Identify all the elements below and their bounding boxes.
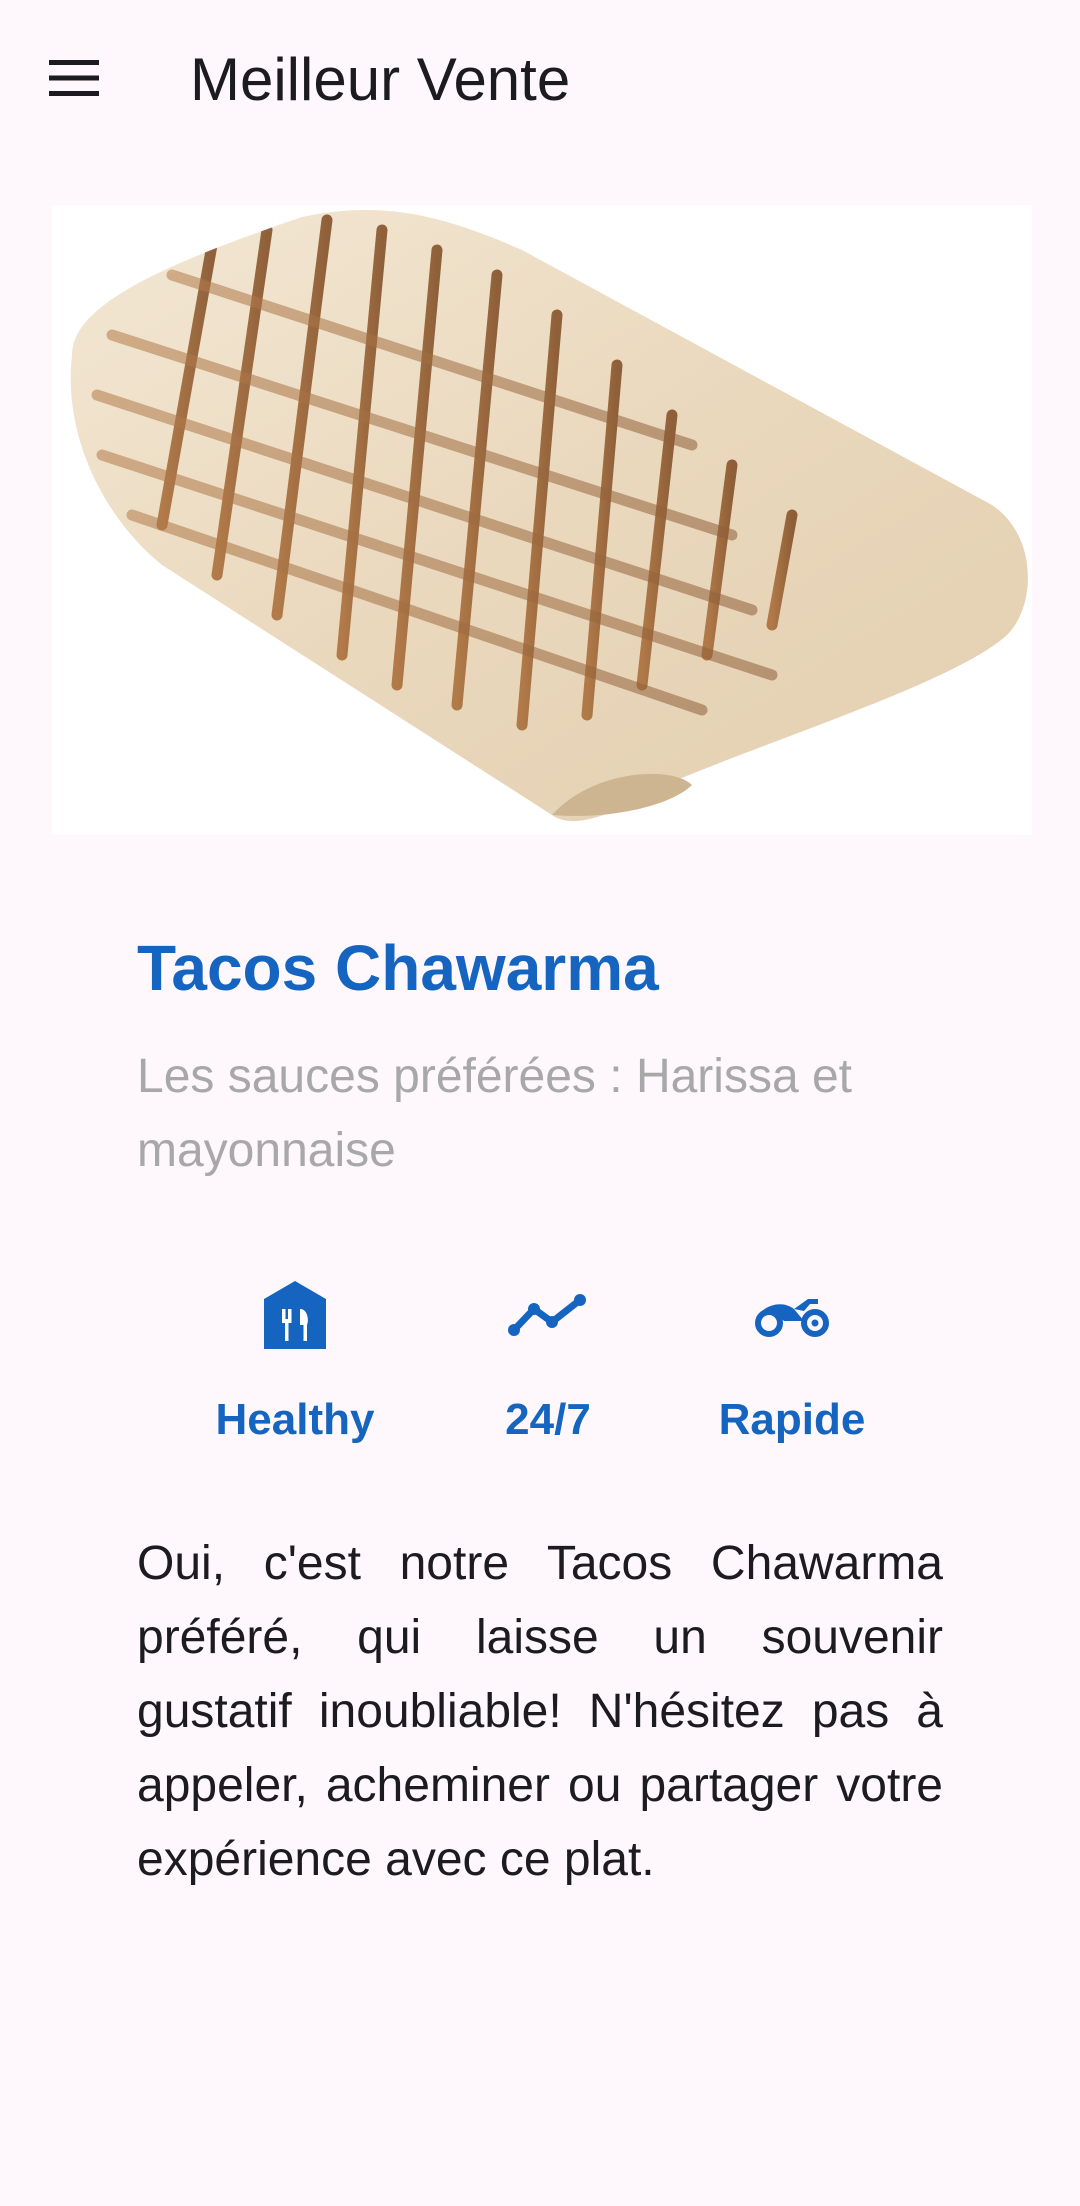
feature-rapid: Rapide <box>702 1275 882 1447</box>
product-image <box>52 205 1032 835</box>
feature-label: Rapide <box>718 1395 866 1444</box>
product-subtitle: Les sauces préférées : Harissa et mayonn… <box>137 1050 853 1177</box>
menu-icon <box>49 59 99 101</box>
product-description: Oui, c'est notre Tacos Chawarma préféré,… <box>137 1537 943 1886</box>
grilled-tacos-image <box>70 209 1028 822</box>
motorcycle-icon <box>752 1275 832 1355</box>
page-title: Meilleur Vente <box>190 46 571 113</box>
feature-label: 24/7 <box>505 1395 591 1444</box>
product-name: Tacos Chawarma <box>137 932 659 1004</box>
app-bar: Meilleur Vente <box>0 0 1080 160</box>
feature-healthy: Healthy <box>205 1275 385 1447</box>
restaurant-icon <box>255 1275 335 1355</box>
feature-label: Healthy <box>215 1395 375 1444</box>
trending-line-icon <box>508 1275 588 1355</box>
menu-button[interactable] <box>30 40 118 120</box>
feature-hours: 24/7 <box>458 1275 638 1447</box>
